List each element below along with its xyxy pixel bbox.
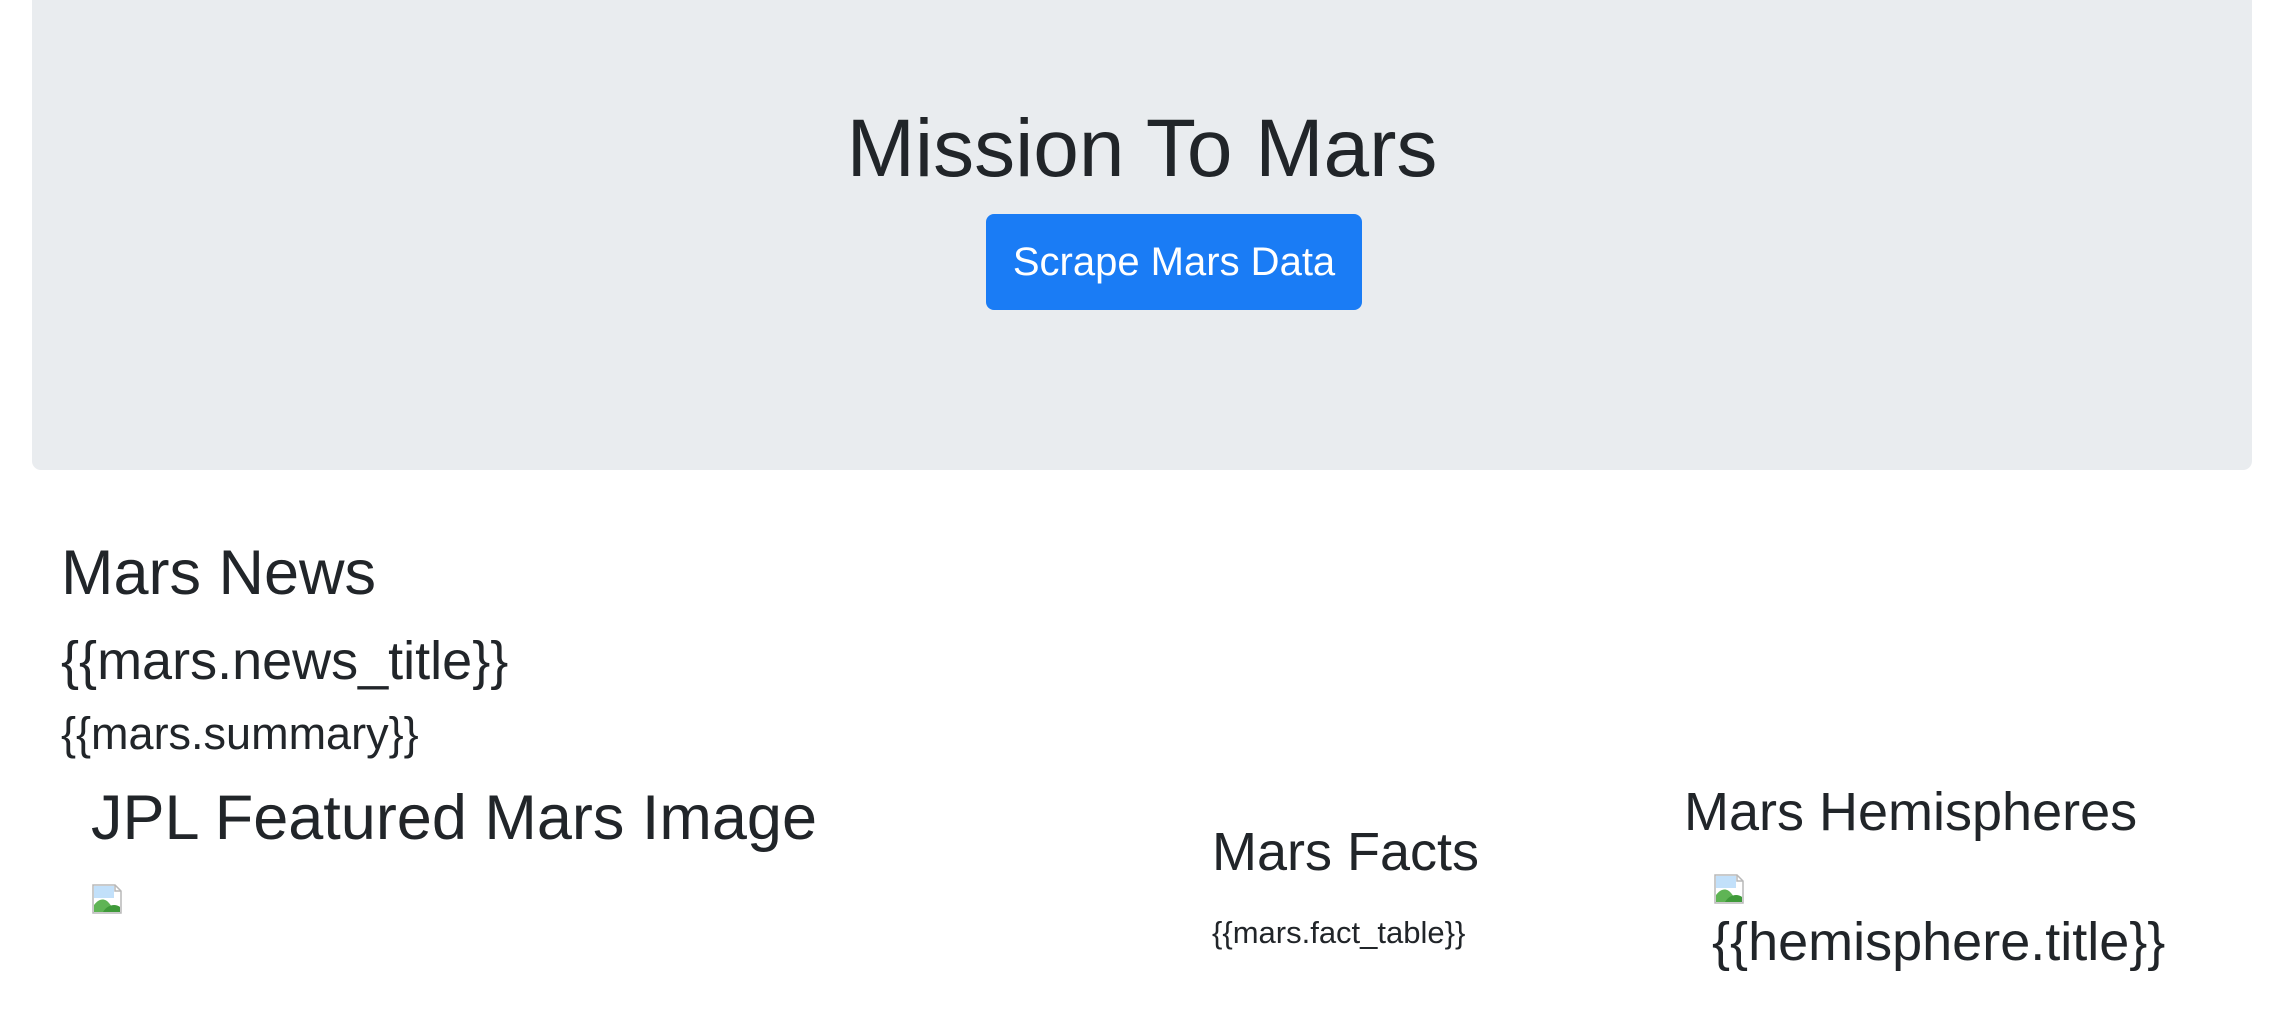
mars-news-heading: Mars News bbox=[61, 538, 377, 608]
mars-facts-heading: Mars Facts bbox=[1212, 822, 1480, 882]
jpl-featured-image-heading: JPL Featured Mars Image bbox=[91, 783, 817, 853]
scrape-mars-data-button[interactable]: Scrape Mars Data bbox=[986, 214, 1362, 310]
broken-image-icon bbox=[92, 884, 122, 914]
page-title: Mission To Mars bbox=[846, 103, 1438, 194]
mars-hemispheres-heading: Mars Hemispheres bbox=[1684, 782, 2138, 842]
mars-facts-table: {{mars.fact_table}} bbox=[1212, 915, 1466, 950]
news-summary: {{mars.summary}} bbox=[61, 708, 419, 759]
broken-image-icon bbox=[1714, 874, 1744, 904]
jumbotron-header: Mission To Mars Scrape Mars Data bbox=[32, 0, 2252, 470]
hemisphere-title: {{hemisphere.title}} bbox=[1712, 912, 2166, 972]
news-title: {{mars.news_title}} bbox=[61, 631, 509, 691]
